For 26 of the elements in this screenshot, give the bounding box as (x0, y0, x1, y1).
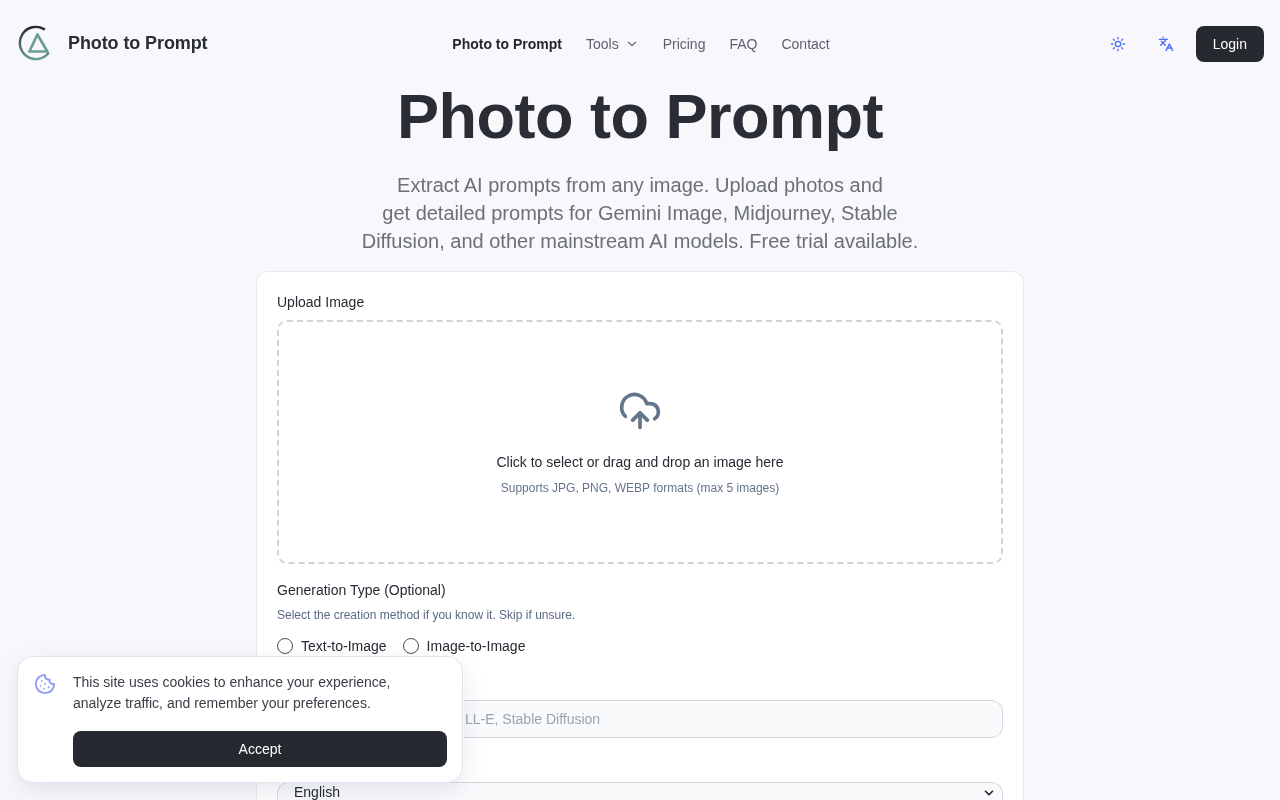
radio-button[interactable] (402, 638, 419, 654)
generation-type-label: Generation Type (Optional) (277, 581, 447, 600)
generation-type-hint: Select the creation method if you know it. Skip if unsure. (277, 607, 577, 623)
accept-button[interactable]: Accept (73, 731, 447, 767)
login-button[interactable]: Login (1195, 26, 1264, 62)
cookie-message: This site uses cookies to enhance your experience, analyze traffic, and remember your preferences. (73, 673, 392, 713)
translate-icon (1157, 36, 1174, 52)
upload-dropzone[interactable]: Click to select or drag and drop an image here Supports JPG, PNG, WEBP formats (max 5 images) (277, 320, 1003, 564)
upload-label: Upload Image (277, 293, 366, 312)
page-subtitle: Extract AI prompts from any image. Upload photos and get detailed prompts for Gemini Image, Midjourney, Stable Diffusion, and other mainstream AI models. Free trial available. (360, 173, 920, 254)
page-title: Photo to Prompt (396, 80, 884, 152)
brand-name[interactable]: Photo to Prompt (68, 32, 208, 54)
nav-link[interactable]: Photo to Prompt (452, 34, 562, 54)
nav-link[interactable]: Pricing (662, 34, 706, 54)
model-input-field[interactable]: LL-E, Stable Diffusion (464, 700, 1003, 738)
upload-format-hint: Supports JPG, PNG, WEBP formats (max 5 images) (500, 479, 780, 496)
language-select[interactable]: English (277, 782, 1003, 800)
cookie-icon (34, 673, 56, 695)
sun-icon (1109, 36, 1126, 52)
nav-link[interactable]: FAQ (729, 34, 758, 54)
radio-label[interactable]: Image-to-Image (426, 636, 526, 656)
nav-dropdown[interactable]: Tools (585, 34, 639, 54)
radio-label[interactable]: Text-to-Image (301, 636, 387, 656)
upload-instructions: Click to select or drag and drop an image here (496, 452, 784, 472)
radio-button[interactable] (277, 638, 293, 654)
nav-link[interactable]: Contact (781, 34, 830, 54)
